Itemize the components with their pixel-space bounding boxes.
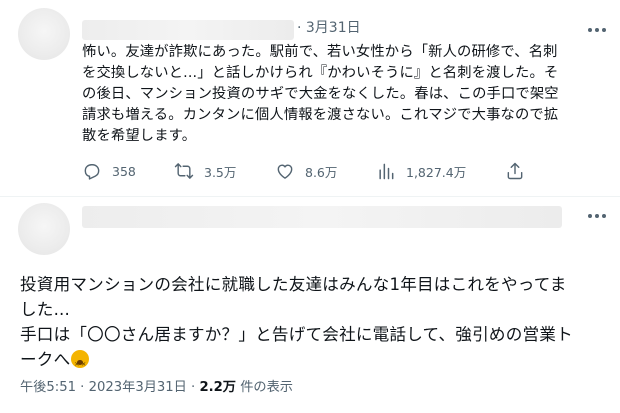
- share-icon: [507, 162, 523, 180]
- views-count: 2.2万: [199, 380, 236, 395]
- dizzy-face-emoji-icon: [71, 350, 90, 377]
- avatar[interactable]: [18, 203, 70, 255]
- more-options-icon[interactable]: [586, 25, 608, 35]
- heart-icon: [277, 164, 293, 179]
- retweet-icon: [174, 163, 194, 179]
- views-button[interactable]: 1,827.4万: [376, 161, 466, 181]
- tweet-text-line: の後日、マンション投資のサギで大金をなくした。春は、この手口で架空: [82, 86, 559, 102]
- tweet-text-fragment: ークへ: [20, 350, 71, 369]
- reply-button[interactable]: 358: [82, 161, 136, 181]
- blurred-author-name[interactable]: [82, 206, 562, 228]
- retweet-button[interactable]: 3.5万: [174, 161, 236, 181]
- reply-tweet[interactable]: · 3月31日 怖い。友達が詐欺にあった。駅前で、若い女性から「新人の研修で、名…: [0, 0, 620, 200]
- tweet-text-line: 怖い。友達が詐欺にあった。駅前で、若い女性から「新人の研修で、名刺: [82, 44, 558, 60]
- like-count: 8.6万: [305, 164, 338, 180]
- reply-count: 358: [112, 163, 136, 179]
- bar-chart-icon: [379, 163, 394, 180]
- tweet-text: 怖い。友達が詐欺にあった。駅前で、若い女性から「新人の研修で、名刺 を交換しない…: [82, 42, 612, 147]
- tweet-timestamp[interactable]: 午後5:51 · 2023年3月31日 ·: [20, 380, 199, 395]
- divider: [0, 196, 620, 197]
- tweet-text-line: 投資用マンションの会社に就職した友達はみんな1年目はこれをやってま: [20, 275, 567, 294]
- tweet-footer: 午後5:51 · 2023年3月31日 · 2.2万 件の表示: [20, 376, 293, 395]
- reply-icon: [84, 164, 100, 180]
- tweet-text-line: を交換しないと...」と話しかけられ『かわいそうに』と名刺を渡した。そ: [82, 65, 559, 81]
- tweet-text-line: 請求も増える。カンタンに個人情報を渡さない。これマジで大事なので拡: [82, 107, 559, 123]
- view-count: 1,827.4万: [406, 164, 467, 180]
- avatar[interactable]: [18, 8, 70, 60]
- views-label: 件の表示: [236, 380, 293, 395]
- tweet-text-line: 散を希望します。: [82, 128, 197, 144]
- main-tweet-text: 投資用マンションの会社に就職した友達はみんな1年目はこれをやってま した... …: [20, 272, 610, 377]
- tweet-date[interactable]: · 3月31日: [297, 17, 361, 37]
- share-button[interactable]: [505, 161, 525, 181]
- more-options-icon[interactable]: [586, 211, 608, 221]
- tweet-text-line: 手口は「〇〇さん居ますか？」と告げて会社に電話して、強引めの営業ト: [20, 325, 573, 344]
- tweet-text-line: ークへ: [20, 347, 610, 377]
- tweet-text-line: した...: [20, 300, 71, 319]
- tweet-actions: 358 3.5万 8.6万 1,827.4万: [82, 161, 532, 183]
- blurred-author-name[interactable]: [82, 20, 294, 40]
- like-button[interactable]: 8.6万: [275, 161, 337, 181]
- retweet-count: 3.5万: [204, 164, 237, 180]
